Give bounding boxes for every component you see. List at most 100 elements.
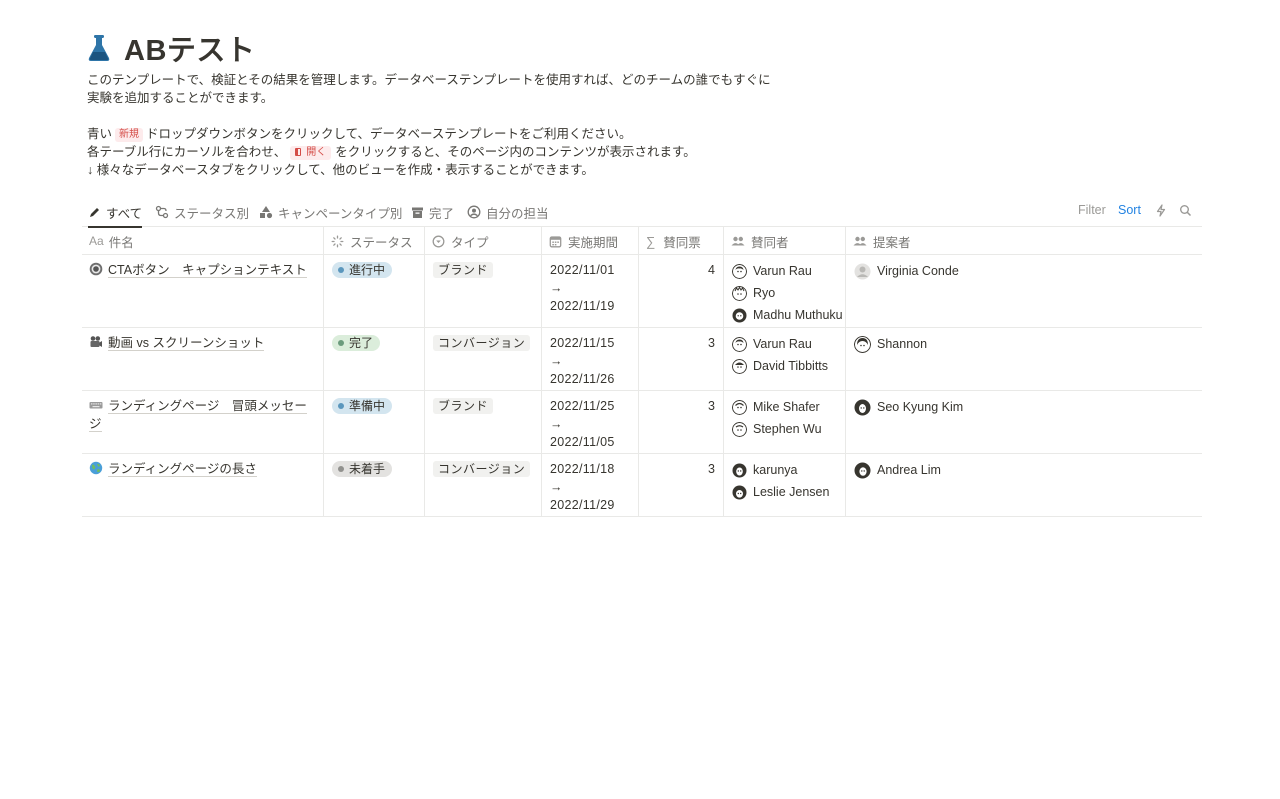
- type-tag: ブランド: [433, 262, 494, 278]
- tab-by-status[interactable]: ステータス別: [155, 197, 249, 227]
- person-chip: Mike Shafer: [732, 396, 822, 418]
- votes-cell[interactable]: 4: [639, 255, 723, 328]
- type-tag: ブランド: [433, 398, 494, 414]
- movie-camera-icon: [90, 336, 102, 347]
- type-cell[interactable]: コンバージョン: [425, 454, 541, 517]
- status-cell[interactable]: 準備中: [324, 391, 424, 454]
- person-chip: Stephen Wu: [732, 418, 822, 440]
- proposers-cell[interactable]: Andrea Lim: [846, 454, 1146, 517]
- period-cell[interactable]: 2022/11/25 → 2022/11/05: [542, 391, 638, 454]
- calendar-icon: [549, 235, 562, 247]
- people-icon: [731, 236, 745, 246]
- automation-button[interactable]: [1155, 197, 1167, 223]
- select-icon: [432, 235, 445, 247]
- tab-by-campaign-type[interactable]: キャンペーンタイプ別: [259, 197, 402, 227]
- period-cell[interactable]: 2022/11/18 → 2022/11/29: [542, 454, 638, 517]
- people-list: Shannon: [854, 333, 927, 355]
- instruction-text: 青い: [87, 127, 113, 141]
- page-description: このテンプレートで、検証とその結果を管理します。データベーステンプレートを使用す…: [87, 71, 787, 179]
- row-title[interactable]: CTAボタン キャプションテキスト: [89, 261, 314, 279]
- status-badge: 進行中: [332, 262, 393, 278]
- person-name: Leslie Jensen: [753, 485, 830, 499]
- search-icon: [1180, 204, 1192, 216]
- type-cell[interactable]: ブランド: [425, 391, 541, 454]
- supporters-cell[interactable]: Varun Rau Ryo Madhu Muthuku: [724, 255, 845, 328]
- column-header-period[interactable]: 実施期間: [542, 227, 638, 255]
- status-cell[interactable]: 完了: [324, 328, 424, 391]
- table-row[interactable]: ランディングページ 冒頭メッセージ 準備中 ブランド 2022/11/25 → …: [82, 391, 1202, 454]
- votes-cell[interactable]: 3: [639, 454, 723, 517]
- status-cell[interactable]: 進行中: [324, 255, 424, 328]
- text-property-icon: Aa: [89, 234, 104, 248]
- workflow-icon: [155, 205, 169, 219]
- period-cell[interactable]: 2022/11/15 → 2022/11/26: [542, 328, 638, 391]
- column-header-type[interactable]: タイプ: [425, 227, 541, 255]
- status-badge: 準備中: [332, 398, 393, 414]
- row-title[interactable]: 動画 vs スクリーンショット: [89, 334, 314, 352]
- table-row[interactable]: ランディングページの長さ 未着手 コンバージョン 2022/11/18 → 20…: [82, 454, 1202, 517]
- type-cell[interactable]: コンバージョン: [425, 328, 541, 391]
- type-cell[interactable]: ブランド: [425, 255, 541, 328]
- proposers-cell[interactable]: Virginia Conde: [846, 255, 1146, 328]
- row-title[interactable]: ランディングページ 冒頭メッセージ: [89, 397, 314, 433]
- person-chip: Ryo: [732, 282, 843, 304]
- avatar: [732, 308, 747, 322]
- status-cell[interactable]: 未着手: [324, 454, 424, 517]
- votes-value: 3: [708, 399, 715, 413]
- person-name: David Tibbitts: [753, 359, 829, 373]
- tab-all[interactable]: すべて: [88, 197, 143, 228]
- instruction-text: 各テーブル行にカーソルを合わせ、: [87, 145, 287, 159]
- arrow-icon: →: [550, 281, 563, 295]
- date-range: 2022/11/15 → 2022/11/26: [550, 334, 615, 388]
- proposers-cell[interactable]: Seo Kyung Kim: [846, 391, 1146, 454]
- record-button-icon: [89, 262, 103, 276]
- person-name: Madhu Muthuku: [753, 308, 843, 322]
- search-button[interactable]: [1179, 197, 1192, 223]
- column-header-votes[interactable]: ∑ 賛同票: [639, 227, 723, 255]
- column-header-supporters[interactable]: 賛同者: [724, 227, 845, 255]
- open-tag: 開く: [290, 146, 332, 160]
- column-header-proposers[interactable]: 提案者: [846, 227, 1046, 255]
- status-label: 準備中: [349, 399, 386, 413]
- people-list: Andrea Lim: [854, 459, 941, 481]
- supporters-cell[interactable]: karunya Leslie Jensen: [724, 454, 845, 517]
- table-row[interactable]: 動画 vs スクリーンショット 完了 コンバージョン 2022/11/15 → …: [82, 328, 1202, 391]
- column-label: ステータス: [350, 235, 413, 250]
- row-title-text: ランディングページ 冒頭メッセージ: [89, 399, 307, 432]
- date-end: 2022/11/26: [550, 372, 615, 386]
- supporters-cell[interactable]: Varun Rau David Tibbitts: [724, 328, 845, 391]
- person-name: Mike Shafer: [753, 400, 820, 414]
- tab-label: 完了: [429, 206, 455, 221]
- proposers-cell[interactable]: Shannon: [846, 328, 1146, 391]
- status-dot: [338, 403, 344, 409]
- date-range: 2022/11/18 → 2022/11/29: [550, 460, 615, 514]
- person-circle-icon: [467, 205, 481, 219]
- database-table: Aa 件名 ステータス タイプ 実施期間 ∑ 賛同票 賛同者 提案者 CTAボタ…: [82, 227, 1202, 517]
- avatar: [732, 421, 747, 437]
- column-header-status[interactable]: ステータス: [324, 227, 424, 255]
- instruction-tabs: ↓ 様々なデータベースタブをクリックして、他のビューを作成・表示することができま…: [87, 163, 594, 177]
- type-tag: コンバージョン: [433, 335, 531, 351]
- person-name: Seo Kyung Kim: [877, 400, 964, 414]
- tab-done[interactable]: 完了: [411, 197, 454, 227]
- column-label: 賛同票: [663, 235, 701, 250]
- column-header-name[interactable]: Aa 件名: [82, 227, 323, 255]
- period-cell[interactable]: 2022/11/01 → 2022/11/19: [542, 255, 638, 328]
- votes-value: 3: [708, 336, 715, 350]
- avatar: [732, 485, 747, 499]
- person-name: Varun Rau: [753, 264, 812, 278]
- votes-cell[interactable]: 3: [639, 391, 723, 454]
- filter-button[interactable]: Filter: [1078, 197, 1106, 223]
- status-icon: [331, 235, 344, 247]
- person-chip: Virginia Conde: [854, 260, 959, 282]
- tab-mine[interactable]: 自分の担当: [467, 197, 549, 227]
- sort-button[interactable]: Sort: [1118, 197, 1141, 223]
- row-title[interactable]: ランディングページの長さ: [89, 460, 314, 478]
- supporters-cell[interactable]: Mike Shafer Stephen Wu: [724, 391, 845, 454]
- avatar: [732, 358, 747, 374]
- tab-label: キャンペーンタイプ別: [278, 206, 403, 221]
- arrow-icon: →: [550, 417, 563, 431]
- instruction-text: をクリックすると、そのページ内のコンテンツが表示されます。: [335, 145, 696, 159]
- table-row[interactable]: CTAボタン キャプションテキスト 進行中 ブランド 2022/11/01 → …: [82, 255, 1202, 328]
- votes-cell[interactable]: 3: [639, 328, 723, 391]
